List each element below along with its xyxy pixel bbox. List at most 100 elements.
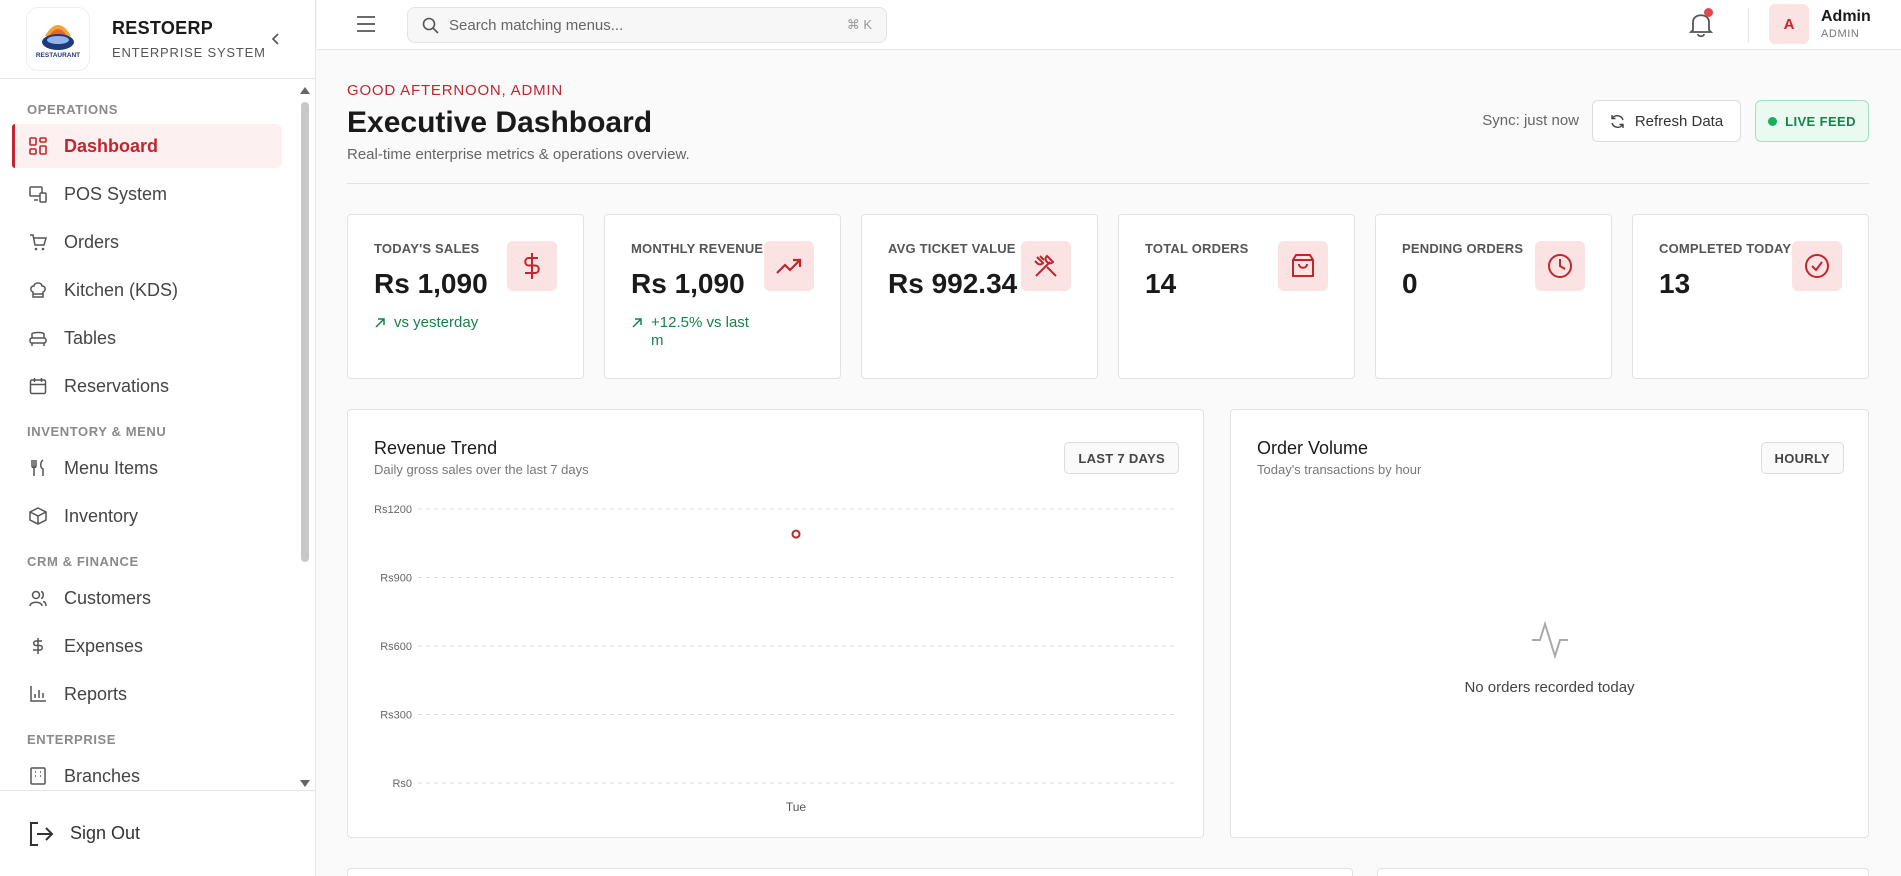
revenue-trend-card: Revenue Trend Daily gross sales over the…	[347, 409, 1204, 838]
y-tick-label: Rs0	[392, 778, 412, 790]
kpi-card-pending-orders: PENDING ORDERS 0	[1375, 214, 1612, 379]
user-menu[interactable]: A Admin ADMIN	[1769, 4, 1871, 44]
nav-section-enterprise: ENTERPRISE	[27, 732, 117, 747]
divider	[1748, 8, 1749, 42]
sidebar-item-customers[interactable]: Customers	[12, 576, 282, 620]
kpi-card-monthly-revenue: MONTHLY REVENUE Rs 1,090 +12.5% vs last …	[604, 214, 841, 379]
hamburger-icon	[357, 16, 375, 32]
card-subtitle: Today's transactions by hour	[1257, 462, 1422, 477]
live-feed-badge: LIVE FEED	[1755, 100, 1869, 142]
sidebar-item-label: Kitchen (KDS)	[64, 279, 179, 300]
header-divider	[347, 183, 1869, 184]
brand-subtitle: ENTERPRISE SYSTEM	[112, 45, 266, 60]
sign-out-button[interactable]: Sign Out	[0, 790, 316, 876]
calendar-icon	[28, 376, 48, 396]
empty-state: No orders recorded today	[1231, 620, 1868, 696]
shopping-cart-icon	[28, 232, 48, 252]
topbar: ⌘ K A Admin ADMIN	[317, 0, 1901, 50]
nav-section-inventory-menu: INVENTORY & MENU	[27, 424, 167, 439]
monitor-smartphone-icon	[28, 184, 48, 204]
sign-out-label: Sign Out	[70, 823, 141, 843]
main-content: GOOD AFTERNOON, ADMIN Executive Dashboar…	[347, 50, 1869, 876]
y-tick-label: Rs1200	[374, 504, 412, 516]
building-icon	[28, 766, 48, 786]
users-icon	[28, 588, 48, 608]
refresh-data-button[interactable]: Refresh Data	[1592, 100, 1741, 142]
live-dot	[1768, 116, 1778, 126]
sidebar-item-label: Orders	[64, 231, 120, 252]
search-shortcut: ⌘ K	[846, 17, 872, 32]
kpi-trend-text: +12.5% vs last m	[651, 314, 749, 349]
kpi-card-todays-sales: TODAY'S SALES Rs 1,090 vs yesterday	[347, 214, 584, 379]
search-box[interactable]: ⌘ K	[407, 7, 887, 43]
sync-status: Sync: just now	[1482, 112, 1579, 129]
order-volume-card: Order Volume Today's transactions by hou…	[1230, 409, 1869, 838]
sidebar-scrollbar[interactable]	[299, 82, 311, 790]
sidebar: RESTAURANT RESTOERP ENTERPRISE SYSTEM OP…	[0, 0, 316, 876]
logo-text: RESTAURANT	[36, 52, 80, 59]
sidebar-item-label: Customers	[64, 587, 152, 608]
search-input[interactable]	[449, 16, 829, 34]
sidebar-item-reservations[interactable]: Reservations	[12, 364, 282, 408]
sidebar-item-label: Branches	[64, 765, 141, 786]
sidebar-item-menu-items[interactable]: Menu Items	[12, 446, 282, 490]
user-role: ADMIN	[1821, 28, 1860, 40]
scroll-thumb[interactable]	[301, 102, 309, 562]
arrow-up-right-icon	[631, 316, 643, 334]
trending-up-icon	[764, 241, 814, 291]
sidebar-item-kitchen[interactable]: Kitchen (KDS)	[12, 268, 282, 312]
sidebar-nav: OPERATIONS Dashboard POS System Orders K…	[0, 80, 300, 790]
nav-section-crm-finance: CRM & FINANCE	[27, 554, 139, 569]
sidebar-item-dashboard[interactable]: Dashboard	[12, 124, 282, 168]
menu-toggle-button[interactable]	[355, 13, 377, 35]
x-tick-label: Tue	[786, 800, 807, 814]
chef-hat-icon	[28, 280, 48, 300]
brand-header: RESTAURANT RESTOERP ENTERPRISE SYSTEM	[0, 0, 315, 79]
chevron-left-icon	[271, 33, 279, 45]
sidebar-item-inventory[interactable]: Inventory	[12, 494, 282, 538]
dollar-icon	[507, 241, 557, 291]
y-tick-label: Rs900	[380, 573, 412, 585]
sidebar-item-pos-system[interactable]: POS System	[12, 172, 282, 216]
sidebar-item-reports[interactable]: Reports	[12, 672, 282, 716]
kpi-row: TODAY'S SALES Rs 1,090 vs yesterday MONT…	[347, 214, 1869, 379]
sidebar-item-label: Expenses	[64, 635, 144, 656]
refresh-icon	[1610, 114, 1625, 129]
shopping-bag-icon	[1278, 241, 1328, 291]
collapse-sidebar-button[interactable]	[265, 28, 287, 50]
greeting: GOOD AFTERNOON, ADMIN	[347, 82, 563, 99]
clock-icon	[1535, 241, 1585, 291]
utensils-icon	[28, 458, 48, 478]
card-stub-right	[1377, 868, 1869, 876]
dashboard-icon	[28, 136, 48, 156]
avatar: A	[1769, 4, 1809, 44]
kpi-trend: +12.5% vs last m	[631, 314, 761, 350]
sidebar-item-branches[interactable]: Branches	[12, 754, 282, 790]
hourly-button[interactable]: HOURLY	[1760, 442, 1844, 474]
bar-chart-icon	[28, 684, 48, 704]
kpi-card-total-orders: TOTAL ORDERS 14	[1118, 214, 1355, 379]
arrow-up-right-icon	[374, 316, 386, 334]
scroll-down-arrow-icon[interactable]	[299, 780, 311, 790]
sidebar-item-label: Dashboard	[64, 135, 159, 156]
search-icon	[422, 17, 439, 34]
sidebar-item-tables[interactable]: Tables	[12, 316, 282, 360]
sidebar-item-label: Menu Items	[64, 457, 159, 478]
utensils-crossed-icon	[1021, 241, 1071, 291]
restaurant-logo: RESTAURANT	[26, 7, 90, 71]
check-circle-icon	[1792, 241, 1842, 291]
notification-dot	[1704, 8, 1713, 17]
kpi-card-avg-ticket-value: AVG TICKET VALUE Rs 992.34	[861, 214, 1098, 379]
kpi-trend: vs yesterday	[374, 314, 504, 334]
sidebar-item-expenses[interactable]: Expenses	[12, 624, 282, 668]
live-label: LIVE FEED	[1785, 113, 1856, 129]
scroll-up-arrow-icon[interactable]	[299, 86, 311, 96]
card-stub-left	[347, 868, 1353, 876]
sidebar-item-orders[interactable]: Orders	[12, 220, 282, 264]
nav-section-operations: OPERATIONS	[27, 102, 118, 117]
sidebar-item-label: Reports	[64, 683, 128, 704]
refresh-label: Refresh Data	[1634, 112, 1724, 130]
card-title: Order Volume	[1257, 438, 1369, 458]
notifications-button[interactable]	[1687, 8, 1715, 38]
page-subtitle: Real-time enterprise metrics & operation…	[347, 146, 690, 163]
